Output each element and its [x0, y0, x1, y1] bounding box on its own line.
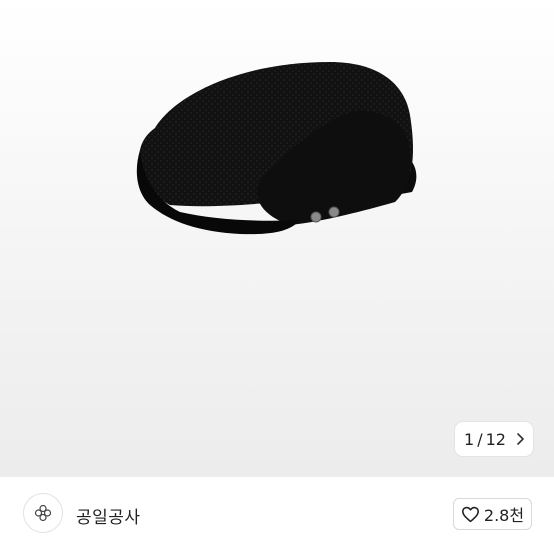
shop-info-bar: 공일공사 2.8천 [0, 477, 554, 554]
chevron-right-icon [517, 433, 524, 445]
shop-name[interactable]: 공일공사 [76, 503, 141, 528]
shop-logo-icon [34, 504, 52, 522]
image-counter[interactable]: 1 / 12 [455, 422, 533, 456]
like-count: 2.8천 [483, 506, 525, 525]
image-counter-separator: / [477, 429, 483, 449]
product-image [136, 62, 417, 235]
like-button[interactable]: 2.8천 [453, 498, 532, 530]
heart-icon [461, 506, 479, 522]
shop-avatar[interactable] [23, 493, 63, 533]
image-current-index: 1 [464, 429, 475, 449]
image-total-count: 12 [485, 429, 506, 449]
product-image-gallery[interactable]: 1 / 12 [0, 0, 554, 477]
